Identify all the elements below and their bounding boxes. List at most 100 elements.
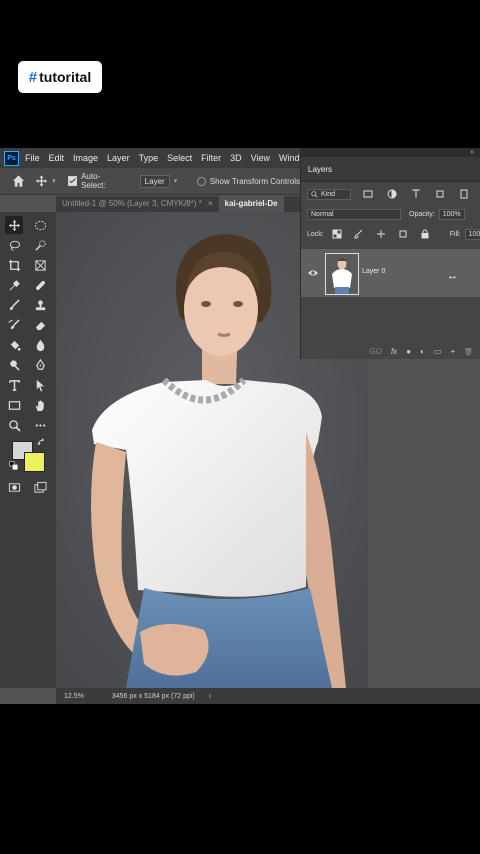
blend-row: Normal Opacity: 100% xyxy=(301,204,480,224)
fill-input[interactable]: 100% xyxy=(464,228,480,240)
move-tool[interactable] xyxy=(5,216,23,234)
screen-mode-icon xyxy=(33,481,47,493)
type-tool[interactable] xyxy=(5,376,23,394)
chevron-down-icon[interactable]: ▾ xyxy=(174,177,178,185)
more-tools[interactable] xyxy=(31,416,49,434)
zoom-icon xyxy=(8,419,21,432)
frame-tool[interactable] xyxy=(31,256,49,274)
zoom-tool[interactable] xyxy=(5,416,23,434)
default-colors-icon[interactable] xyxy=(8,460,18,470)
tab-untitled[interactable]: Untitled-1 @ 50% (Layer 3, CMYK/8*) * × xyxy=(56,196,219,212)
rectangle-tool[interactable] xyxy=(5,396,23,414)
menu-3d[interactable]: 3D xyxy=(230,153,242,163)
history-brush-tool[interactable] xyxy=(5,316,23,334)
lock-all-icon[interactable] xyxy=(420,229,430,239)
dodge-tool[interactable] xyxy=(5,356,23,374)
menu-layer[interactable]: Layer xyxy=(107,153,130,163)
adjustment-layer-icon[interactable]: ◐ xyxy=(420,347,425,356)
menu-filter[interactable]: Filter xyxy=(201,153,221,163)
show-transform-checkbox[interactable] xyxy=(197,176,206,186)
tab-kai-gabriel[interactable]: kai-gabriel-De xyxy=(218,196,284,212)
badge-label: tutorital xyxy=(39,69,92,85)
zoom-level[interactable]: 12.5% xyxy=(64,693,84,700)
home-icon[interactable] xyxy=(12,174,25,188)
eraser-tool[interactable] xyxy=(31,316,49,334)
swap-colors-icon[interactable] xyxy=(36,437,46,447)
blend-mode-dropdown[interactable]: Normal xyxy=(307,208,401,220)
delete-layer-icon[interactable]: 🗑 xyxy=(464,348,473,356)
adjustment-filter-icon[interactable] xyxy=(387,189,397,199)
type-filter-icon[interactable] xyxy=(411,189,421,199)
shape-filter-icon[interactable] xyxy=(435,189,445,199)
visibility-eye-icon[interactable] xyxy=(307,269,319,277)
document-tabs: Untitled-1 @ 50% (Layer 3, CMYK/8*) * × … xyxy=(56,196,300,212)
blur-tool[interactable] xyxy=(31,336,49,354)
screen-mode-button[interactable] xyxy=(31,478,49,496)
stamp-tool[interactable] xyxy=(31,296,49,314)
dodge-icon xyxy=(9,359,20,371)
chevron-down-icon[interactable]: ▾ xyxy=(52,177,56,185)
new-group-icon[interactable]: ▭ xyxy=(434,347,442,356)
marquee-tool[interactable] xyxy=(31,216,49,234)
fx-icon[interactable]: fx xyxy=(391,347,397,356)
quick-mask-button[interactable] xyxy=(5,478,23,496)
ps-logo-icon: Ps xyxy=(4,150,19,166)
paint-bucket-tool[interactable] xyxy=(5,336,23,354)
path-select-tool[interactable] xyxy=(31,376,49,394)
layers-panel-header: Layers xyxy=(301,157,480,182)
tools-panel xyxy=(0,212,56,688)
search-icon xyxy=(311,190,318,198)
layers-panel-footer: GO fx ● ◐ ▭ + 🗑 xyxy=(301,344,480,359)
background-color-swatch[interactable] xyxy=(24,452,45,472)
new-layer-icon[interactable]: + xyxy=(450,347,455,356)
healing-brush-tool[interactable] xyxy=(31,276,49,294)
menu-view[interactable]: View xyxy=(251,153,270,163)
menu-type[interactable]: Type xyxy=(139,153,159,163)
rectangle-icon xyxy=(8,400,20,410)
move-tool-icon[interactable] xyxy=(35,174,48,188)
brush-tool[interactable] xyxy=(5,296,23,314)
history-brush-icon xyxy=(7,318,20,329)
kind-filter-label: Kind xyxy=(321,190,336,198)
eyedropper-tool[interactable] xyxy=(5,276,23,294)
auto-select-target-dropdown[interactable]: Layer xyxy=(139,174,170,188)
layer-row-layer-0[interactable]: Layer 0 ↔ xyxy=(301,249,480,297)
close-icon[interactable]: × xyxy=(208,199,213,208)
hand-icon xyxy=(35,399,44,411)
menu-select[interactable]: Select xyxy=(167,153,192,163)
lock-artboard-icon[interactable] xyxy=(398,229,408,239)
chevron-right-icon[interactable]: › xyxy=(209,693,211,700)
show-transform-label: Show Transform Controls xyxy=(209,176,300,186)
quick-select-tool[interactable] xyxy=(31,236,49,254)
opacity-input[interactable]: 100% xyxy=(438,208,465,220)
auto-select-checkbox[interactable] xyxy=(67,176,78,186)
kind-filter-dropdown[interactable]: Kind xyxy=(307,188,351,200)
layer-thumbnail xyxy=(325,253,359,295)
lock-pixels-icon[interactable] xyxy=(354,229,364,239)
bandage-icon xyxy=(35,280,45,290)
menu-edit[interactable]: Edit xyxy=(49,153,65,163)
eyedropper-icon xyxy=(9,279,20,290)
lasso-tool[interactable] xyxy=(5,236,23,254)
lock-position-icon[interactable] xyxy=(376,229,386,239)
pixel-filter-icon[interactable] xyxy=(363,189,373,199)
smart-object-filter-icon[interactable] xyxy=(459,189,469,199)
menu-image[interactable]: Image xyxy=(73,153,98,163)
collapse-panels-icon[interactable]: » xyxy=(470,149,474,156)
fill-label: Fill: xyxy=(449,230,461,238)
link-layers-icon[interactable]: GO xyxy=(370,347,382,356)
options-bar: ▾ Auto-Select: Layer ▾ Show Transform Co… xyxy=(0,168,300,195)
crop-tool[interactable] xyxy=(5,256,23,274)
layer-name[interactable]: Layer 0 xyxy=(362,268,385,275)
pen-tool[interactable] xyxy=(31,356,49,374)
layers-tab[interactable]: Layers xyxy=(308,165,332,174)
move-icon xyxy=(8,219,20,231)
menu-window[interactable]: Wind xyxy=(279,153,300,163)
menu-file[interactable]: File xyxy=(25,153,40,163)
add-mask-icon[interactable]: ● xyxy=(406,347,411,356)
arrow-cursor-icon xyxy=(36,379,44,392)
quick-select-icon xyxy=(34,239,46,251)
crop-icon xyxy=(8,259,20,271)
lock-transparency-icon[interactable] xyxy=(332,229,342,239)
hand-tool[interactable] xyxy=(31,396,49,414)
